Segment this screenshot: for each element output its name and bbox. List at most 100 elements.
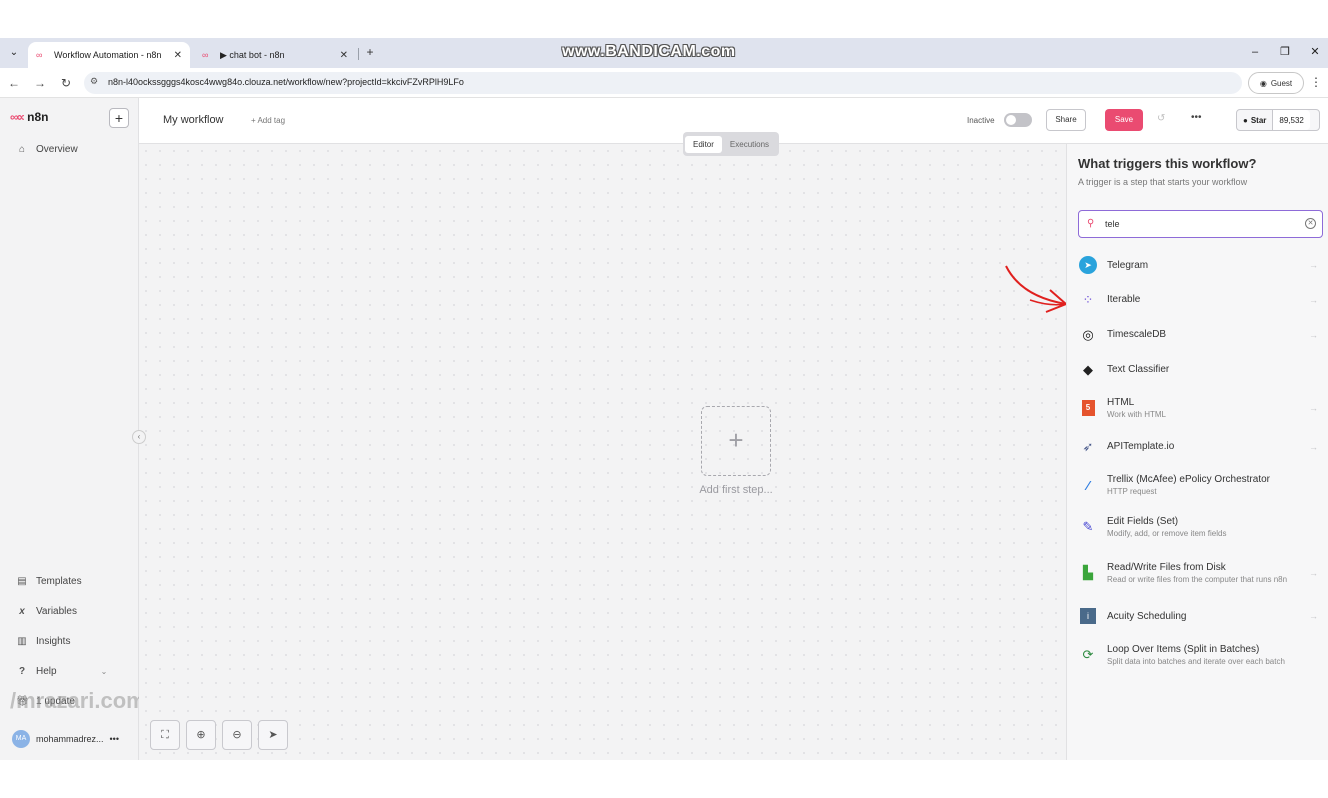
file-icon: ▙ bbox=[1083, 565, 1093, 580]
node-search[interactable]: ⚲ ✕ bbox=[1078, 210, 1323, 238]
node-name: Edit Fields (Set) bbox=[1107, 515, 1179, 527]
avatar: MA bbox=[12, 730, 30, 748]
forward-icon[interactable]: → bbox=[32, 75, 48, 91]
brand-name: n8n bbox=[27, 110, 49, 124]
node-item-telegram[interactable]: ➤ Telegram → bbox=[1067, 248, 1328, 282]
node-name: TimescaleDB bbox=[1107, 329, 1167, 340]
close-tab-icon[interactable]: ✕ bbox=[340, 50, 348, 61]
save-button[interactable]: Save bbox=[1105, 109, 1143, 131]
url-text[interactable]: n8n-l40ockssgggs4kosc4wwg84o.clouza.net/… bbox=[108, 77, 464, 87]
node-item-text-classifier[interactable]: ◆ Text Classifier bbox=[1067, 352, 1328, 387]
more-options-icon[interactable]: ••• bbox=[1191, 112, 1202, 123]
node-item-edit-fields[interactable]: ✎ Edit Fields (Set) Modify, add, or remo… bbox=[1067, 506, 1328, 548]
apitemplate-icon: ➶ bbox=[1082, 438, 1094, 454]
templates-icon: ▤ bbox=[17, 576, 27, 587]
github-icon: ● bbox=[1243, 115, 1248, 125]
n8n-favicon-icon: ∞ bbox=[36, 50, 43, 60]
panel-subtitle: A trigger is a step that starts your wor… bbox=[1078, 177, 1248, 187]
node-item-trellix[interactable]: ⁄ Trellix (McAfee) ePolicy Orchestrator … bbox=[1067, 464, 1328, 506]
workflow-name[interactable]: My workflow bbox=[163, 114, 224, 126]
variables-icon: x bbox=[19, 606, 25, 617]
address-bar[interactable]: ⚙ n8n-l40ockssgggs4kosc4wwg84o.clouza.ne… bbox=[84, 72, 1242, 94]
reload-icon[interactable]: ↻ bbox=[58, 75, 74, 91]
node-name: APITemplate.io bbox=[1107, 441, 1175, 452]
pencil-icon: ✎ bbox=[1082, 519, 1094, 534]
active-toggle[interactable] bbox=[1004, 113, 1032, 127]
sidebar-item-insights[interactable]: ▥ Insights bbox=[16, 636, 70, 647]
node-creator-panel: What triggers this workflow? A trigger i… bbox=[1066, 144, 1328, 760]
node-item-html[interactable]: 5 HTML Work with HTML → bbox=[1067, 387, 1328, 429]
profile-button[interactable]: ◉ Guest bbox=[1248, 72, 1304, 94]
zoom-out-icon[interactable]: ⊖ bbox=[222, 720, 252, 750]
sidebar-item-overview[interactable]: ⌂ Overview bbox=[16, 144, 78, 155]
history-icon[interactable]: ↺ bbox=[1157, 113, 1165, 124]
zoom-in-icon[interactable]: ⊕ bbox=[186, 720, 216, 750]
more-options-icon[interactable]: ••• bbox=[110, 734, 119, 744]
node-item-read-write-files[interactable]: ▙ Read/Write Files from Disk Read or wri… bbox=[1067, 548, 1328, 598]
close-tab-icon[interactable]: ✕ bbox=[174, 50, 182, 61]
browser-menu-icon[interactable]: ⋮ bbox=[1310, 75, 1322, 89]
node-name: Read/Write Files from Disk bbox=[1107, 561, 1226, 573]
sidebar-item-label: Templates bbox=[36, 576, 82, 587]
github-star-button[interactable]: ● Star 89,532 bbox=[1236, 109, 1320, 131]
node-description: Split data into batches and iterate over… bbox=[1107, 656, 1285, 666]
arrow-right-icon: → bbox=[1309, 568, 1318, 578]
add-first-step-button[interactable]: + bbox=[701, 406, 771, 476]
tab-executions[interactable]: Executions bbox=[722, 136, 777, 153]
node-item-acuity[interactable]: i Acuity Scheduling → bbox=[1067, 598, 1328, 634]
close-window-icon[interactable]: ✕ bbox=[1306, 44, 1324, 60]
iterable-icon: ⁘ bbox=[1082, 291, 1094, 307]
user-name: mohammadrez... bbox=[36, 734, 104, 744]
arrow-right-icon: → bbox=[1309, 329, 1318, 340]
node-item-timescaledb[interactable]: ◎ TimescaleDB → bbox=[1067, 317, 1328, 352]
node-name: HTML bbox=[1107, 396, 1135, 408]
user-menu[interactable]: MA mohammadrez... ••• bbox=[12, 730, 119, 748]
add-tag-link[interactable]: + Add tag bbox=[251, 116, 285, 125]
star-label: Star bbox=[1250, 115, 1267, 125]
view-switcher: Editor Executions bbox=[683, 132, 780, 156]
node-name: Acuity Scheduling bbox=[1107, 610, 1187, 622]
sidebar-item-label: Variables bbox=[36, 606, 77, 617]
node-results-list: ➤ Telegram → ⁘ Iterable → ◎ TimescaleDB … bbox=[1067, 248, 1328, 676]
tab-editor[interactable]: Editor bbox=[685, 135, 722, 153]
clear-search-icon[interactable]: ✕ bbox=[1305, 218, 1316, 229]
restore-icon[interactable]: ❐ bbox=[1276, 44, 1294, 60]
insights-icon: ▥ bbox=[17, 636, 27, 647]
sidebar-item-variables[interactable]: x Variables bbox=[16, 606, 77, 617]
canvas-controls: ⛶ ⊕ ⊖ ➤ bbox=[150, 720, 288, 750]
share-button[interactable]: Share bbox=[1046, 109, 1086, 131]
node-item-apitemplate[interactable]: ➶ APITemplate.io → bbox=[1067, 429, 1328, 464]
tag-icon: ◆ bbox=[1083, 361, 1093, 377]
node-name: Telegram bbox=[1107, 259, 1149, 271]
n8n-favicon-icon: ∞ bbox=[202, 50, 209, 60]
arrow-right-icon: → bbox=[1309, 260, 1318, 270]
sidebar-item-templates[interactable]: ▤ Templates bbox=[16, 576, 82, 587]
new-tab-button[interactable]: + bbox=[362, 44, 378, 60]
collapse-sidebar-icon[interactable]: ‹ bbox=[132, 430, 146, 444]
add-button[interactable]: + bbox=[109, 108, 129, 128]
cursor-icon[interactable]: ➤ bbox=[258, 720, 288, 750]
arrow-right-icon: → bbox=[1309, 441, 1318, 452]
fit-view-icon[interactable]: ⛶ bbox=[150, 720, 180, 750]
site-info-icon[interactable]: ⚙ bbox=[90, 76, 98, 87]
browser-tab[interactable]: ∞ ▶ chat bot - n8n ✕ bbox=[194, 42, 356, 68]
workflow-canvas[interactable]: Editor Executions ‹ + Add first step... … bbox=[132, 132, 1066, 760]
tab-title: ▶ chat bot - n8n bbox=[220, 49, 285, 60]
browser-tab-active[interactable]: ∞ Workflow Automation - n8n ✕ bbox=[28, 42, 190, 68]
app-frame: ⌄ ∞ Workflow Automation - n8n ✕ ∞ ▶ chat… bbox=[0, 38, 1328, 760]
back-icon[interactable]: ← bbox=[6, 75, 22, 91]
minimize-icon[interactable]: – bbox=[1246, 44, 1264, 60]
search-input[interactable] bbox=[1105, 215, 1295, 233]
arrow-right-icon: → bbox=[1309, 294, 1318, 305]
loop-icon: ⟳ bbox=[1082, 647, 1094, 662]
node-item-iterable[interactable]: ⁘ Iterable → bbox=[1067, 282, 1328, 317]
n8n-logo[interactable]: ∞∝ n8n bbox=[10, 110, 48, 124]
sidebar-item-help[interactable]: ? Help ⌄ bbox=[16, 666, 107, 677]
telegram-icon: ➤ bbox=[1078, 255, 1098, 275]
node-description: Modify, add, or remove item fields bbox=[1107, 528, 1227, 538]
sidebar-item-label: Overview bbox=[36, 144, 78, 155]
tab-search-icon[interactable]: ⌄ bbox=[6, 45, 22, 61]
profile-label: Guest bbox=[1270, 78, 1293, 88]
browser-toolbar: ← → ↻ ⚙ n8n-l40ockssgggs4kosc4wwg84o.clo… bbox=[0, 68, 1328, 98]
node-item-loop-over-items[interactable]: ⟳ Loop Over Items (Split in Batches) Spl… bbox=[1067, 634, 1328, 676]
